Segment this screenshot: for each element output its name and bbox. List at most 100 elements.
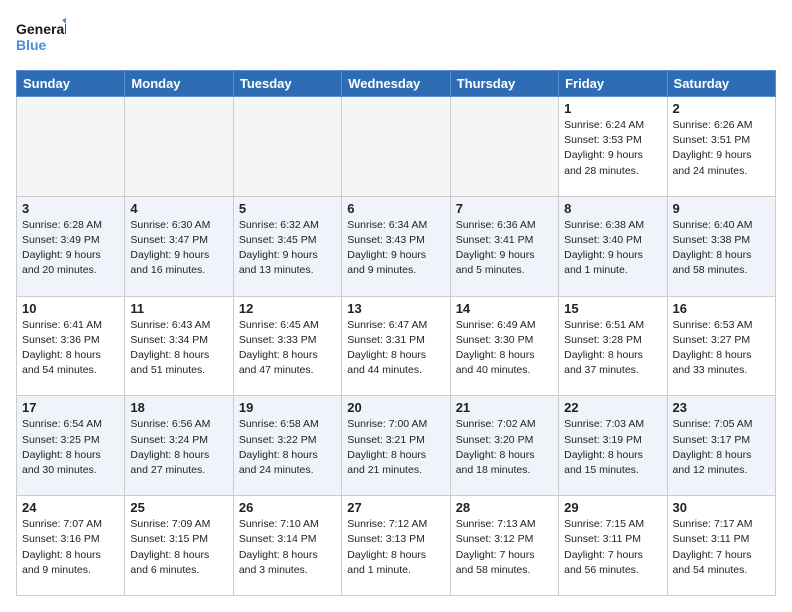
day-info: Sunrise: 6:30 AM Sunset: 3:47 PM Dayligh… bbox=[130, 218, 227, 279]
day-info: Sunrise: 7:12 AM Sunset: 3:13 PM Dayligh… bbox=[347, 517, 444, 578]
sunrise-label: Sunrise: 6:24 AM bbox=[564, 119, 644, 131]
daylight-label: Daylight: 8 hours and 33 minutes. bbox=[673, 349, 752, 376]
sunset-label: Sunset: 3:41 PM bbox=[456, 234, 534, 246]
daylight-label: Daylight: 8 hours and 21 minutes. bbox=[347, 449, 426, 476]
calendar-day-9: 9 Sunrise: 6:40 AM Sunset: 3:38 PM Dayli… bbox=[667, 196, 775, 296]
sunrise-label: Sunrise: 6:32 AM bbox=[239, 219, 319, 231]
sunset-label: Sunset: 3:19 PM bbox=[564, 434, 642, 446]
calendar-day-26: 26 Sunrise: 7:10 AM Sunset: 3:14 PM Dayl… bbox=[233, 496, 341, 596]
sunset-label: Sunset: 3:53 PM bbox=[564, 134, 642, 146]
sunset-label: Sunset: 3:38 PM bbox=[673, 234, 751, 246]
sunrise-label: Sunrise: 6:45 AM bbox=[239, 319, 319, 331]
daylight-label: Daylight: 8 hours and 15 minutes. bbox=[564, 449, 643, 476]
sunrise-label: Sunrise: 6:40 AM bbox=[673, 219, 753, 231]
sunrise-label: Sunrise: 7:10 AM bbox=[239, 518, 319, 530]
sunrise-label: Sunrise: 6:54 AM bbox=[22, 418, 102, 430]
calendar-day-15: 15 Sunrise: 6:51 AM Sunset: 3:28 PM Dayl… bbox=[559, 296, 667, 396]
calendar-day-5: 5 Sunrise: 6:32 AM Sunset: 3:45 PM Dayli… bbox=[233, 196, 341, 296]
calendar-day-11: 11 Sunrise: 6:43 AM Sunset: 3:34 PM Dayl… bbox=[125, 296, 233, 396]
day-number: 29 bbox=[564, 500, 661, 515]
day-info: Sunrise: 6:40 AM Sunset: 3:38 PM Dayligh… bbox=[673, 218, 770, 279]
header-saturday: Saturday bbox=[667, 71, 775, 97]
calendar-day-14: 14 Sunrise: 6:49 AM Sunset: 3:30 PM Dayl… bbox=[450, 296, 558, 396]
daylight-label: Daylight: 8 hours and 30 minutes. bbox=[22, 449, 101, 476]
header: General Blue bbox=[16, 16, 776, 60]
sunset-label: Sunset: 3:33 PM bbox=[239, 334, 317, 346]
sunrise-label: Sunrise: 7:00 AM bbox=[347, 418, 427, 430]
daylight-label: Daylight: 9 hours and 16 minutes. bbox=[130, 249, 209, 276]
sunrise-label: Sunrise: 6:43 AM bbox=[130, 319, 210, 331]
sunset-label: Sunset: 3:12 PM bbox=[456, 533, 534, 545]
daylight-label: Daylight: 8 hours and 44 minutes. bbox=[347, 349, 426, 376]
calendar-day-4: 4 Sunrise: 6:30 AM Sunset: 3:47 PM Dayli… bbox=[125, 196, 233, 296]
logo: General Blue bbox=[16, 16, 66, 60]
day-number: 25 bbox=[130, 500, 227, 515]
day-info: Sunrise: 7:00 AM Sunset: 3:21 PM Dayligh… bbox=[347, 417, 444, 478]
sunrise-label: Sunrise: 6:53 AM bbox=[673, 319, 753, 331]
calendar-day-25: 25 Sunrise: 7:09 AM Sunset: 3:15 PM Dayl… bbox=[125, 496, 233, 596]
calendar-week-2: 3 Sunrise: 6:28 AM Sunset: 3:49 PM Dayli… bbox=[17, 196, 776, 296]
daylight-label: Daylight: 9 hours and 5 minutes. bbox=[456, 249, 535, 276]
daylight-label: Daylight: 8 hours and 24 minutes. bbox=[239, 449, 318, 476]
sunrise-label: Sunrise: 7:15 AM bbox=[564, 518, 644, 530]
calendar-day-8: 8 Sunrise: 6:38 AM Sunset: 3:40 PM Dayli… bbox=[559, 196, 667, 296]
sunset-label: Sunset: 3:45 PM bbox=[239, 234, 317, 246]
day-number: 30 bbox=[673, 500, 770, 515]
day-number: 17 bbox=[22, 400, 119, 415]
day-number: 2 bbox=[673, 101, 770, 116]
day-number: 1 bbox=[564, 101, 661, 116]
sunrise-label: Sunrise: 7:12 AM bbox=[347, 518, 427, 530]
calendar-day-2: 2 Sunrise: 6:26 AM Sunset: 3:51 PM Dayli… bbox=[667, 97, 775, 197]
header-wednesday: Wednesday bbox=[342, 71, 450, 97]
calendar-day-6: 6 Sunrise: 6:34 AM Sunset: 3:43 PM Dayli… bbox=[342, 196, 450, 296]
sunset-label: Sunset: 3:34 PM bbox=[130, 334, 208, 346]
sunrise-label: Sunrise: 6:58 AM bbox=[239, 418, 319, 430]
sunrise-label: Sunrise: 6:49 AM bbox=[456, 319, 536, 331]
calendar-table: SundayMondayTuesdayWednesdayThursdayFrid… bbox=[16, 70, 776, 596]
sunset-label: Sunset: 3:21 PM bbox=[347, 434, 425, 446]
calendar-day-16: 16 Sunrise: 6:53 AM Sunset: 3:27 PM Dayl… bbox=[667, 296, 775, 396]
calendar-empty-cell bbox=[17, 97, 125, 197]
daylight-label: Daylight: 8 hours and 37 minutes. bbox=[564, 349, 643, 376]
header-sunday: Sunday bbox=[17, 71, 125, 97]
sunset-label: Sunset: 3:20 PM bbox=[456, 434, 534, 446]
calendar-day-21: 21 Sunrise: 7:02 AM Sunset: 3:20 PM Dayl… bbox=[450, 396, 558, 496]
sunset-label: Sunset: 3:47 PM bbox=[130, 234, 208, 246]
calendar-day-27: 27 Sunrise: 7:12 AM Sunset: 3:13 PM Dayl… bbox=[342, 496, 450, 596]
calendar-day-3: 3 Sunrise: 6:28 AM Sunset: 3:49 PM Dayli… bbox=[17, 196, 125, 296]
calendar-day-30: 30 Sunrise: 7:17 AM Sunset: 3:11 PM Dayl… bbox=[667, 496, 775, 596]
calendar-day-12: 12 Sunrise: 6:45 AM Sunset: 3:33 PM Dayl… bbox=[233, 296, 341, 396]
day-info: Sunrise: 6:26 AM Sunset: 3:51 PM Dayligh… bbox=[673, 118, 770, 179]
sunset-label: Sunset: 3:27 PM bbox=[673, 334, 751, 346]
daylight-label: Daylight: 9 hours and 20 minutes. bbox=[22, 249, 101, 276]
day-info: Sunrise: 7:07 AM Sunset: 3:16 PM Dayligh… bbox=[22, 517, 119, 578]
daylight-label: Daylight: 8 hours and 47 minutes. bbox=[239, 349, 318, 376]
header-thursday: Thursday bbox=[450, 71, 558, 97]
day-info: Sunrise: 7:10 AM Sunset: 3:14 PM Dayligh… bbox=[239, 517, 336, 578]
day-number: 27 bbox=[347, 500, 444, 515]
day-info: Sunrise: 6:53 AM Sunset: 3:27 PM Dayligh… bbox=[673, 318, 770, 379]
sunset-label: Sunset: 3:11 PM bbox=[673, 533, 750, 545]
calendar-day-28: 28 Sunrise: 7:13 AM Sunset: 3:12 PM Dayl… bbox=[450, 496, 558, 596]
calendar-day-1: 1 Sunrise: 6:24 AM Sunset: 3:53 PM Dayli… bbox=[559, 97, 667, 197]
day-info: Sunrise: 6:49 AM Sunset: 3:30 PM Dayligh… bbox=[456, 318, 553, 379]
day-number: 18 bbox=[130, 400, 227, 415]
sunset-label: Sunset: 3:49 PM bbox=[22, 234, 100, 246]
sunset-label: Sunset: 3:14 PM bbox=[239, 533, 317, 545]
sunrise-label: Sunrise: 7:07 AM bbox=[22, 518, 102, 530]
sunset-label: Sunset: 3:30 PM bbox=[456, 334, 534, 346]
page: General Blue SundayMondayTuesdayWednesda… bbox=[0, 0, 792, 612]
daylight-label: Daylight: 9 hours and 28 minutes. bbox=[564, 149, 643, 176]
sunset-label: Sunset: 3:25 PM bbox=[22, 434, 100, 446]
svg-text:General: General bbox=[16, 21, 66, 37]
daylight-label: Daylight: 8 hours and 12 minutes. bbox=[673, 449, 752, 476]
calendar-day-10: 10 Sunrise: 6:41 AM Sunset: 3:36 PM Dayl… bbox=[17, 296, 125, 396]
daylight-label: Daylight: 9 hours and 13 minutes. bbox=[239, 249, 318, 276]
daylight-label: Daylight: 8 hours and 3 minutes. bbox=[239, 549, 318, 576]
sunrise-label: Sunrise: 6:56 AM bbox=[130, 418, 210, 430]
sunrise-label: Sunrise: 7:09 AM bbox=[130, 518, 210, 530]
day-info: Sunrise: 6:43 AM Sunset: 3:34 PM Dayligh… bbox=[130, 318, 227, 379]
day-number: 11 bbox=[130, 301, 227, 316]
day-number: 8 bbox=[564, 201, 661, 216]
day-number: 10 bbox=[22, 301, 119, 316]
